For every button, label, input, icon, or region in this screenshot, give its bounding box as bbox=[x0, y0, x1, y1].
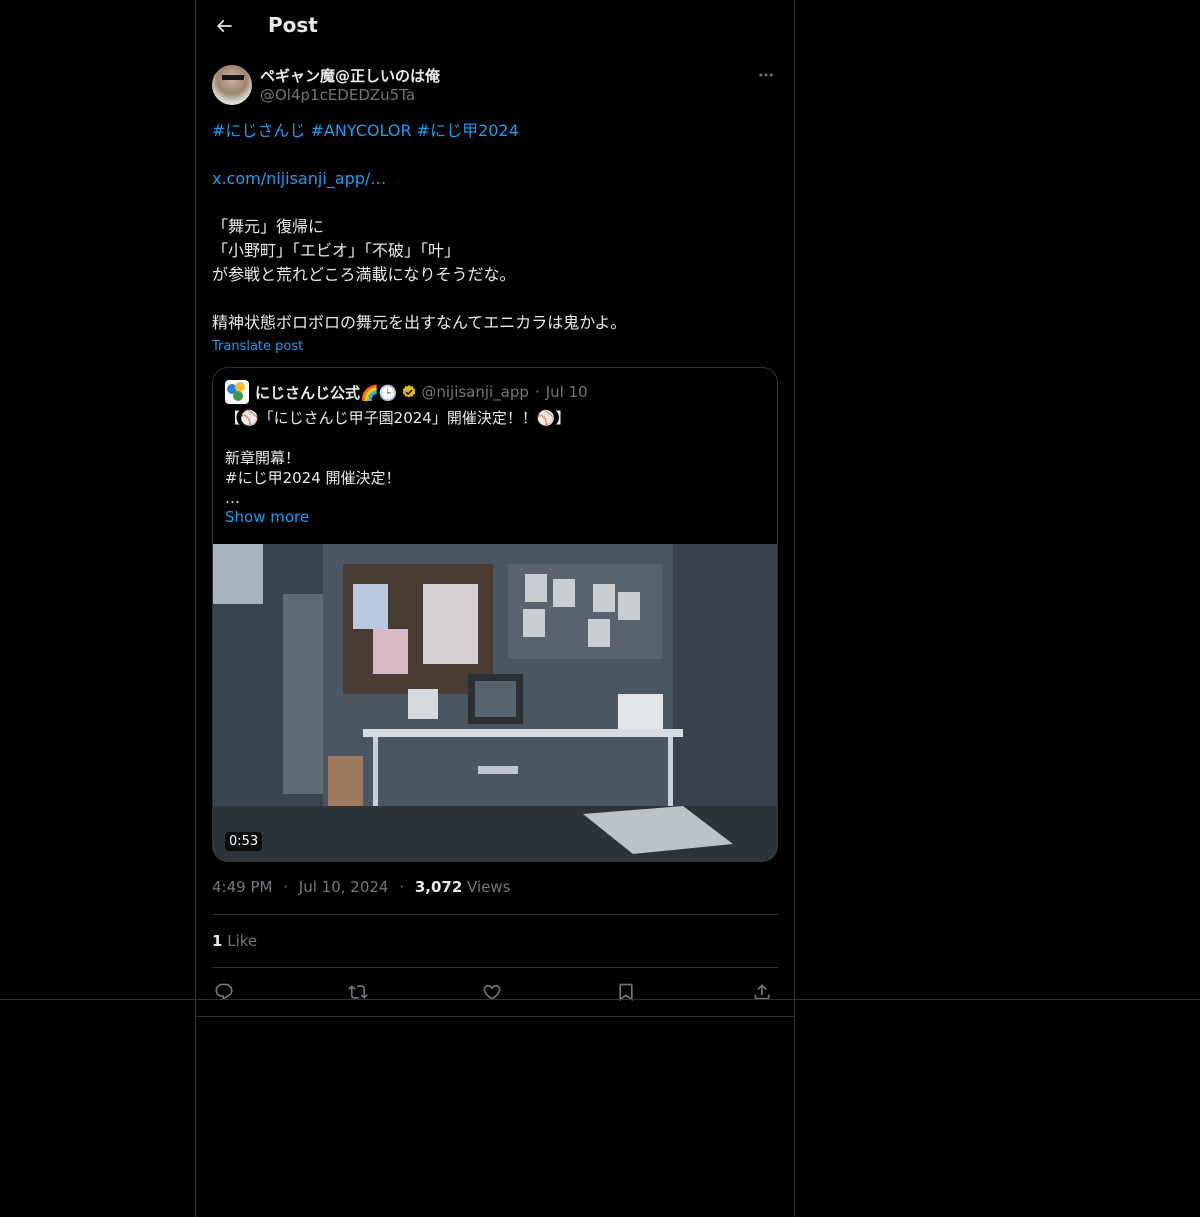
divider bbox=[212, 914, 778, 915]
post-column: Post ペギャン魔@正しいのは俺 @Ol4p1cEDEDZu5Ta #にじさん… bbox=[195, 0, 795, 1217]
hashtag-link[interactable]: #ANYCOLOR bbox=[311, 121, 412, 140]
show-more-link[interactable]: Show more bbox=[225, 508, 309, 526]
video-thumbnail bbox=[213, 544, 777, 861]
author-row: ペギャン魔@正しいのは俺 @Ol4p1cEDEDZu5Ta bbox=[212, 65, 778, 107]
divider bbox=[212, 967, 778, 968]
post-meta: 4:49 PM · Jul 10, 2024 · 3,072 Views bbox=[212, 878, 510, 896]
views-count: 3,072 bbox=[414, 878, 463, 896]
overlay-divider bbox=[0, 999, 1200, 1000]
separator-dot: · bbox=[534, 383, 540, 401]
author-handle[interactable]: @Ol4p1cEDEDZu5Ta bbox=[260, 86, 415, 104]
likes-label: Like bbox=[227, 932, 258, 950]
separator-dot: · bbox=[283, 878, 289, 896]
quoted-text-line: 新章開幕！ bbox=[225, 449, 301, 467]
post-time[interactable]: 4:49 PM bbox=[212, 878, 272, 896]
top-bar: Post bbox=[196, 0, 794, 53]
video-duration: 0:53 bbox=[225, 832, 263, 851]
post-date[interactable]: Jul 10, 2024 bbox=[299, 878, 389, 896]
quoted-post-header: にじさんじ公式🌈🕒 @nijisanji_app · Jul 10 bbox=[225, 380, 588, 404]
quoted-post-text: 【⚾「にじさんじ甲子園2024」開催決定！！⚾】 新章開幕！ #にじ甲2024 … bbox=[225, 408, 765, 508]
quoted-text-line: … bbox=[225, 489, 240, 507]
page-title: Post bbox=[268, 13, 318, 37]
hashtag-link[interactable]: #にじさんじ bbox=[212, 121, 305, 140]
post-text-line: 「小野町」「エビオ」「不破」「叶」 bbox=[212, 241, 461, 260]
quoted-text-line: 【⚾「にじさんじ甲子園2024」開催決定！！⚾】 bbox=[225, 409, 571, 427]
author-avatar[interactable] bbox=[212, 65, 252, 105]
quoted-author-name: にじさんじ公式🌈🕒 bbox=[255, 383, 398, 402]
reply-button[interactable] bbox=[212, 980, 236, 1004]
bookmark-button[interactable] bbox=[614, 980, 638, 1004]
arrow-left-icon bbox=[216, 19, 232, 33]
quoted-author-handle: @nijisanji_app bbox=[421, 383, 529, 401]
author-display-name[interactable]: ペギャン魔@正しいのは俺 bbox=[260, 65, 440, 86]
more-button[interactable] bbox=[754, 65, 778, 85]
post-text: #にじさんじ #ANYCOLOR #にじ甲2024 x.com/nijisanj… bbox=[212, 119, 778, 335]
post-text-line: 「舞元」復帰に bbox=[212, 217, 325, 236]
more-horizontal-icon bbox=[759, 73, 773, 77]
url-link[interactable]: x.com/nijisanji_app/… bbox=[212, 169, 386, 188]
action-bar bbox=[212, 980, 778, 1004]
quoted-post-date: Jul 10 bbox=[545, 383, 588, 401]
repost-button[interactable] bbox=[346, 980, 370, 1004]
verified-badge-icon bbox=[403, 385, 416, 398]
post-text-line: が参戦と荒れどころ満載になりそうだな。 bbox=[212, 265, 516, 284]
separator-dot: · bbox=[399, 878, 405, 896]
post-text-line: 精神状態ボロボロの舞元を出すなんてエニカラは鬼かよ。 bbox=[212, 313, 627, 332]
likes-count: 1 bbox=[212, 932, 223, 950]
share-button[interactable] bbox=[750, 980, 774, 1004]
views-label: Views bbox=[467, 878, 511, 896]
video-player[interactable]: 0:53 bbox=[213, 544, 777, 861]
hashtag-link[interactable]: #にじ甲2024 bbox=[417, 121, 519, 140]
likes-summary[interactable]: 1 Like bbox=[212, 932, 257, 950]
like-button[interactable] bbox=[480, 980, 504, 1004]
divider bbox=[196, 1016, 794, 1017]
back-button[interactable] bbox=[212, 14, 236, 38]
quoted-post[interactable]: にじさんじ公式🌈🕒 @nijisanji_app · Jul 10 【⚾「にじさ… bbox=[212, 367, 778, 862]
quoted-text-line: #にじ甲2024 開催決定！ bbox=[225, 469, 401, 487]
quoted-author-avatar bbox=[225, 380, 249, 404]
translate-post-link[interactable]: Translate post bbox=[212, 339, 303, 354]
